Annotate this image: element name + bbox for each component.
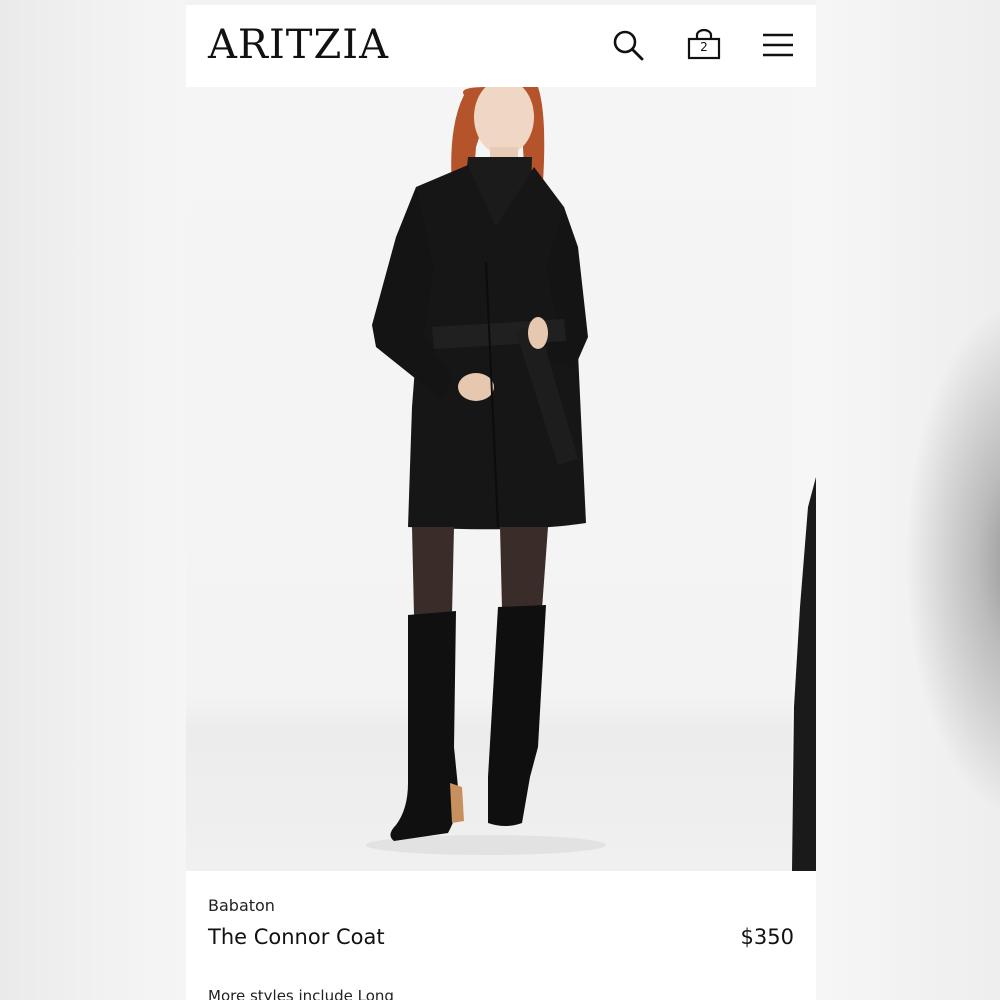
- aritzia-logo[interactable]: ARITZIA: [208, 21, 389, 69]
- next-photo-edge: [792, 477, 816, 871]
- product-photo-main[interactable]: [186, 87, 792, 871]
- more-styles-link[interactable]: More styles include Long: [208, 987, 394, 1000]
- phone-screen: ARITZIA 2 Babaton The Connor Coat $350 M…: [186, 0, 816, 1000]
- search-button[interactable]: [608, 25, 648, 65]
- product-brand[interactable]: Babaton: [208, 896, 275, 915]
- search-icon: [613, 30, 644, 61]
- blurred-background-left: [0, 0, 186, 1000]
- hamburger-menu-icon: [763, 33, 793, 57]
- product-price: $350: [740, 925, 794, 949]
- product-image-carousel[interactable]: [186, 87, 816, 871]
- menu-button[interactable]: [758, 25, 798, 65]
- product-title: The Connor Coat: [208, 925, 385, 949]
- product-photo-next-peek[interactable]: [792, 87, 816, 871]
- product-info: Babaton The Connor Coat $350 More styles…: [186, 871, 816, 1000]
- blurred-background-right: [816, 0, 1000, 1000]
- bag-count-badge: 2: [700, 40, 708, 54]
- model-wearing-coat-image: [366, 87, 606, 855]
- shopping-bag-button[interactable]: 2: [684, 25, 724, 65]
- site-header: ARITZIA 2: [186, 5, 816, 87]
